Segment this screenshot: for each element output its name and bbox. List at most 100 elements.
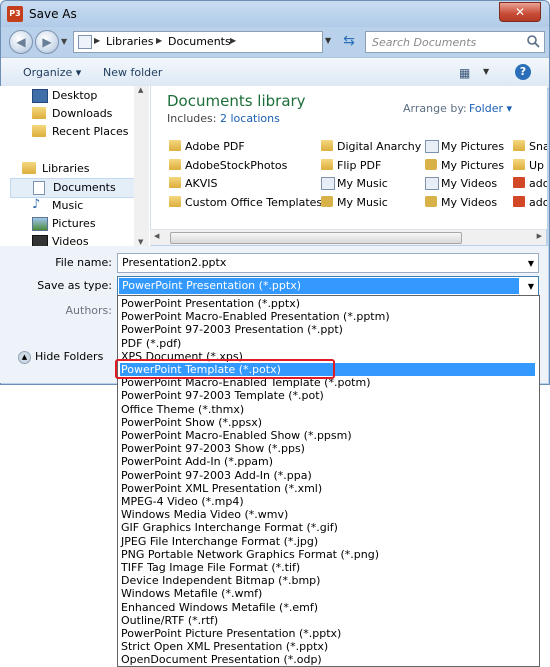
scrollbar-thumb[interactable] xyxy=(170,232,462,244)
chevron-down-icon[interactable]: ▼ xyxy=(528,282,534,291)
folder-icon xyxy=(513,159,525,170)
save-type-dropdown-list: PowerPoint Presentation (*.pptx) PowerPoi… xyxy=(117,295,540,667)
dropdown-option[interactable]: Device Independent Bitmap (*.bmp) xyxy=(120,574,535,587)
dropdown-option[interactable]: PowerPoint Presentation (*.pptx) xyxy=(120,297,535,310)
dropdown-option[interactable]: PowerPoint Macro-Enabled Show (*.ppsm) xyxy=(120,429,535,442)
pdf-file-icon xyxy=(513,196,525,207)
dropdown-option[interactable]: PowerPoint Picture Presentation (*.pptx) xyxy=(120,627,535,640)
dropdown-option[interactable]: Strict Open XML Presentation (*.pptx) xyxy=(120,640,535,653)
powerpoint-app-icon: P3 xyxy=(7,6,23,22)
folder-icon xyxy=(321,140,333,151)
dropdown-option[interactable]: PowerPoint 97-2003 Add-In (*.ppa) xyxy=(120,469,535,482)
pictures-icon xyxy=(32,217,48,231)
address-row: ◀ ▶ ▼ ▶ Libraries ▶ Documents ▶ ▼ ⇆ Sear… xyxy=(1,27,549,57)
refresh-icon[interactable]: ⇆ xyxy=(339,31,359,51)
pdf-file-icon xyxy=(513,177,525,188)
search-input[interactable]: Search Documents xyxy=(365,31,545,53)
file-name-field[interactable]: Presentation2.pptx ▼ xyxy=(117,253,539,273)
computer-icon xyxy=(78,35,92,49)
back-button[interactable]: ◀ xyxy=(9,30,33,54)
dropdown-option[interactable]: PowerPoint Show (*.ppsx) xyxy=(120,416,535,429)
organize-button[interactable]: Organize ▾ xyxy=(23,66,81,79)
forward-button[interactable]: ▶ xyxy=(35,30,59,54)
downloads-icon xyxy=(32,107,46,119)
dropdown-option[interactable]: MPEG-4 Video (*.mp4) xyxy=(120,495,535,508)
horizontal-scrollbar[interactable]: ◀ ▶ xyxy=(150,229,546,245)
lock-icon xyxy=(425,159,437,170)
search-placeholder: Search Documents xyxy=(372,36,477,49)
dropdown-option[interactable]: TIFF Tag Image File Format (*.tif) xyxy=(120,561,535,574)
breadcrumb-libraries[interactable]: Libraries xyxy=(106,35,154,48)
highlight-callout xyxy=(115,359,335,379)
arrange-by-dropdown[interactable]: Folder ▾ xyxy=(469,102,512,115)
dropdown-option[interactable]: Windows Metafile (*.wmf) xyxy=(120,587,535,600)
hide-folders-button[interactable]: ▲ Hide Folders xyxy=(18,350,103,364)
dropdown-option[interactable]: PowerPoint 97-2003 Show (*.pps) xyxy=(120,442,535,455)
title-bar[interactable]: P3 Save As ✕ xyxy=(1,1,549,27)
folder-icon xyxy=(169,177,181,188)
dropdown-option[interactable]: PowerPoint 97-2003 Template (*.pot) xyxy=(120,389,535,402)
navigation-scrollbar[interactable]: ▲ ▼ xyxy=(134,86,149,246)
folder-icon xyxy=(321,159,333,170)
dropdown-option[interactable]: PowerPoint XML Presentation (*.xml) xyxy=(120,482,535,495)
search-icon xyxy=(527,35,540,48)
breadcrumb-arrow-icon[interactable]: ▶ xyxy=(94,36,100,45)
new-folder-button[interactable]: New folder xyxy=(103,66,162,79)
save-as-type-label: Save as type: xyxy=(37,279,112,292)
navigation-pane: Desktop Downloads Recent Places Librarie… xyxy=(0,86,151,246)
dropdown-option[interactable]: Outline/RTF (*.rtf) xyxy=(120,614,535,627)
scroll-right-icon[interactable]: ▶ xyxy=(537,232,542,240)
dropdown-option[interactable]: GIF Graphics Interchange Format (*.gif) xyxy=(120,521,535,534)
library-includes: Includes: 2 locations xyxy=(167,112,280,125)
nav-item-documents[interactable]: Documents xyxy=(10,178,136,198)
selected-type: PowerPoint Presentation (*.pptx) xyxy=(119,278,519,294)
dropdown-option[interactable]: PowerPoint Add-In (*.ppam) xyxy=(120,455,535,468)
command-bar: Organize ▾ New folder ▦ ▼ ? xyxy=(1,57,549,89)
libraries-icon xyxy=(22,162,36,174)
folder-icon xyxy=(513,140,525,151)
save-as-type-select[interactable]: PowerPoint Presentation (*.pptx) ▼ xyxy=(117,276,539,296)
dropdown-option[interactable]: PDF (*.pdf) xyxy=(120,337,535,350)
collapse-icon: ▲ xyxy=(18,350,31,364)
recent-pages-dropdown-icon[interactable]: ▼ xyxy=(61,37,67,46)
scroll-left-icon[interactable]: ◀ xyxy=(154,232,159,240)
dropdown-option[interactable]: PowerPoint 97-2003 Presentation (*.ppt) xyxy=(120,323,535,336)
recent-places-icon xyxy=(32,125,46,137)
help-icon[interactable]: ? xyxy=(515,64,531,80)
close-button[interactable]: ✕ xyxy=(499,2,541,22)
breadcrumb-arrow-icon[interactable]: ▶ xyxy=(230,36,236,45)
arrange-by-label: Arrange by: xyxy=(403,102,467,115)
dropdown-option[interactable]: PowerPoint Macro-Enabled Presentation (*… xyxy=(120,310,535,323)
breadcrumb[interactable]: ▶ Libraries ▶ Documents ▶ xyxy=(73,31,323,53)
music-icon: ♪ xyxy=(32,197,41,212)
scroll-up-icon[interactable]: ▲ xyxy=(138,86,143,94)
shortcut-icon xyxy=(425,140,439,153)
desktop-icon xyxy=(32,89,48,103)
authors-label: Authors: xyxy=(65,304,112,317)
shortcut-icon xyxy=(321,177,335,190)
dropdown-option[interactable]: Windows Media Video (*.wmv) xyxy=(120,508,535,521)
address-dropdown-icon[interactable]: ▼ xyxy=(325,31,337,51)
dropdown-option[interactable]: PNG Portable Network Graphics Format (*.… xyxy=(120,548,535,561)
dropdown-option[interactable]: JPEG File Interchange Format (*.jpg) xyxy=(120,535,535,548)
locations-link[interactable]: 2 locations xyxy=(220,112,280,125)
shortcut-icon xyxy=(425,177,439,190)
breadcrumb-arrow-icon[interactable]: ▶ xyxy=(156,36,162,45)
chevron-down-icon[interactable]: ▼ xyxy=(528,259,534,268)
library-title: Documents library xyxy=(167,92,306,110)
folder-icon xyxy=(169,159,181,170)
file-list: Documents library Includes: 2 locations … xyxy=(151,86,547,229)
breadcrumb-documents[interactable]: Documents xyxy=(168,35,231,48)
dropdown-option[interactable]: Enhanced Windows Metafile (*.emf) xyxy=(120,601,535,614)
scroll-down-icon[interactable]: ▼ xyxy=(138,238,143,246)
folder-icon xyxy=(169,140,181,151)
documents-icon xyxy=(33,181,45,195)
lock-icon xyxy=(425,196,437,207)
view-dropdown-icon[interactable]: ▼ xyxy=(483,67,489,76)
change-view-icon[interactable]: ▦ xyxy=(459,66,470,80)
dropdown-option[interactable]: OpenDocument Presentation (*.odp) xyxy=(120,653,535,666)
file-name-label: File name: xyxy=(55,256,112,269)
window-title: Save As xyxy=(29,7,77,21)
dropdown-option[interactable]: Office Theme (*.thmx) xyxy=(120,403,535,416)
folder-icon xyxy=(169,196,181,207)
